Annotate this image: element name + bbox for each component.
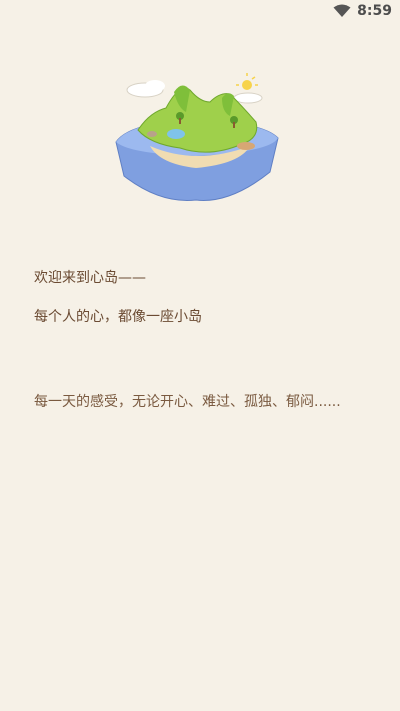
status-icons: 8:59	[333, 3, 392, 19]
status-time: 8:59	[357, 3, 392, 19]
intro-line-welcome: 欢迎来到心岛——	[34, 270, 146, 286]
cloud-right-icon	[233, 92, 263, 104]
status-bar: 8:59	[0, 0, 400, 24]
intro-line-feelings: 每一天的感受，无论开心、难过、孤独、郁闷......	[34, 394, 341, 410]
sun-icon	[236, 73, 258, 90]
wifi-icon	[333, 4, 351, 18]
cloud-icon	[126, 80, 165, 98]
island-illustration	[110, 72, 282, 208]
intro-line-island: 每个人的心，都像一座小岛	[34, 309, 202, 325]
